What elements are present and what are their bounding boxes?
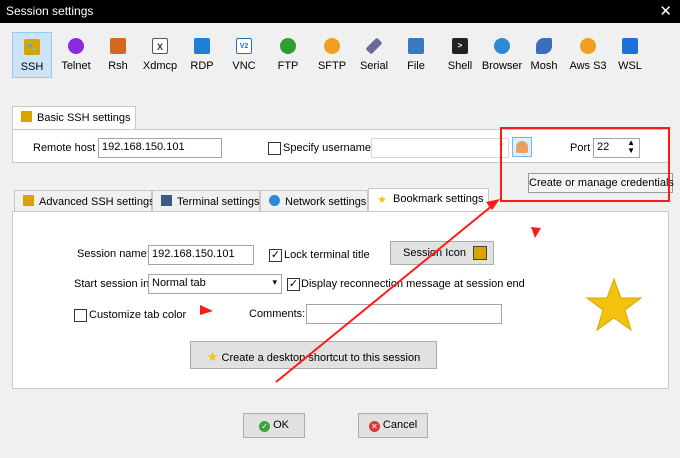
- specify-username-checkbox[interactable]: [268, 142, 281, 155]
- chevron-down-icon: ▾: [272, 277, 277, 287]
- bookmark-star-icon: [585, 277, 643, 332]
- remote-host-input[interactable]: 192.168.150.101: [98, 138, 222, 158]
- customize-tab-color-label: Customize tab color: [89, 309, 187, 321]
- session-type-rsh[interactable]: Rsh: [98, 32, 138, 78]
- close-icon[interactable]: ✕: [659, 2, 672, 20]
- lock-terminal-title-label: Lock terminal title: [284, 249, 370, 261]
- session-type-shell[interactable]: > Shell: [440, 32, 480, 78]
- ssh-icon: 🔧: [24, 39, 40, 55]
- session-type-file[interactable]: File: [396, 32, 436, 78]
- start-session-select[interactable]: Normal tab ▾: [148, 274, 282, 294]
- session-type-wsl[interactable]: WSL: [610, 32, 650, 78]
- annotation-highlight-box: [500, 127, 670, 202]
- xdmcp-icon: X: [152, 38, 168, 54]
- remote-host-label: Remote host *: [33, 142, 103, 154]
- tab-network-settings[interactable]: Network settings: [260, 190, 368, 212]
- session-type-serial[interactable]: Serial: [354, 32, 394, 78]
- network-settings-icon: [269, 195, 280, 206]
- tab-terminal-settings[interactable]: Terminal settings: [152, 190, 260, 212]
- start-session-value: Normal tab: [152, 277, 206, 289]
- shell-icon: >: [452, 38, 468, 54]
- tab-label: Network settings: [285, 196, 367, 208]
- ssh-icon: [21, 111, 32, 122]
- session-name-input[interactable]: 192.168.150.101: [148, 245, 254, 265]
- comments-label: Comments:: [249, 308, 306, 320]
- wsl-icon: [622, 38, 638, 54]
- cancel-button[interactable]: ✕ Cancel: [358, 413, 428, 438]
- session-type-toolbar: 🔧 SSH Telnet Rsh X Xdmcp RDP V2 VNC FTP …: [6, 32, 676, 78]
- check-circle-icon: ✓: [259, 421, 271, 432]
- session-type-sftp[interactable]: SFTP: [312, 32, 352, 78]
- session-type-ftp[interactable]: FTP: [268, 32, 308, 78]
- create-shortcut-label: Create a desktop shortcut to this sessio…: [221, 352, 421, 364]
- shortcut-star-icon: ★: [206, 349, 219, 364]
- rsh-icon: [110, 38, 126, 54]
- browser-icon: [494, 38, 510, 54]
- window-title: Session settings: [6, 4, 94, 18]
- tab-label: Terminal settings: [177, 196, 260, 208]
- advanced-ssh-icon: [23, 195, 34, 206]
- specify-username-label: Specify username: [283, 142, 372, 154]
- session-type-vnc[interactable]: V2 VNC: [224, 32, 264, 78]
- session-type-xdmcp[interactable]: X Xdmcp: [140, 32, 180, 78]
- file-icon: [408, 38, 424, 54]
- cancel-label: Cancel: [382, 419, 418, 431]
- telnet-icon: [68, 38, 84, 54]
- ok-button[interactable]: ✓ OK: [243, 413, 305, 438]
- lock-terminal-title-checkbox[interactable]: ✓: [269, 249, 282, 262]
- serial-icon: [365, 37, 383, 55]
- session-icon-button[interactable]: Session Icon: [390, 241, 494, 265]
- aws-s3-icon: [580, 38, 596, 54]
- start-session-label: Start session in: [74, 278, 150, 290]
- ok-label: OK: [273, 419, 289, 431]
- terminal-settings-icon: [161, 195, 172, 206]
- display-reconnection-checkbox[interactable]: ✓: [287, 278, 300, 291]
- session-type-label: WSL: [618, 60, 642, 72]
- username-field[interactable]: [371, 138, 509, 158]
- session-type-telnet[interactable]: Telnet: [56, 32, 96, 78]
- tab-label: Basic SSH settings: [37, 112, 131, 124]
- session-type-rdp[interactable]: RDP: [182, 32, 222, 78]
- title-bar: Session settings ✕: [0, 0, 680, 23]
- display-reconnection-label: Display reconnection message at session …: [301, 278, 525, 290]
- session-name-label: Session name:: [77, 248, 150, 260]
- wrench-icon: [473, 246, 487, 260]
- cancel-circle-icon: ✕: [368, 421, 380, 432]
- tab-advanced-ssh-settings[interactable]: Advanced SSH settings: [14, 190, 155, 212]
- tab-basic-ssh-settings[interactable]: Basic SSH settings: [12, 106, 136, 130]
- ftp-icon: [280, 38, 296, 54]
- create-desktop-shortcut-button[interactable]: ★ Create a desktop shortcut to this sess…: [190, 341, 437, 369]
- session-type-aws-s3[interactable]: Aws S3: [568, 32, 608, 78]
- session-type-mosh[interactable]: Mosh: [524, 32, 564, 78]
- session-icon-label: Session Icon: [403, 247, 466, 259]
- tab-bookmark-settings[interactable]: ★ Bookmark settings: [368, 188, 489, 212]
- customize-tab-color-checkbox[interactable]: [74, 309, 87, 322]
- tab-label: Advanced SSH settings: [39, 196, 155, 208]
- vnc-icon: V2: [236, 38, 252, 54]
- session-type-ssh[interactable]: 🔧 SSH: [12, 32, 52, 78]
- tab-label: Bookmark settings: [393, 193, 484, 205]
- mosh-icon: [536, 38, 552, 54]
- rdp-icon: [194, 38, 210, 54]
- sftp-icon: [324, 38, 340, 54]
- comments-input[interactable]: [306, 304, 502, 324]
- bookmark-star-icon: ★: [377, 194, 387, 206]
- session-type-browser[interactable]: Browser: [482, 32, 522, 78]
